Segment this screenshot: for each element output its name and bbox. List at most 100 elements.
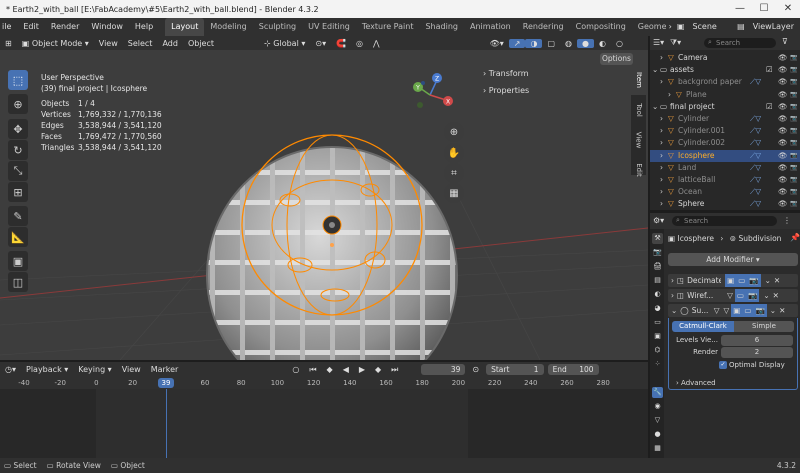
levels-viewport-field[interactable]: 6	[721, 335, 793, 346]
filter-icon[interactable]: ⧩▾	[670, 38, 681, 48]
timeline-editor-icon[interactable]: ◷▾	[0, 365, 21, 374]
menu-select[interactable]: Select	[123, 39, 158, 48]
view-layer-tab-icon[interactable]: ▤	[652, 275, 663, 286]
outliner-row[interactable]: ⌄ ▭ final project ☑ 👁 📷	[650, 101, 800, 113]
prev-key-icon[interactable]: ◆	[322, 365, 338, 374]
outliner-row[interactable]: › ▽ Cylinder ⟋▽ 👁 📷	[650, 113, 800, 125]
visibility-eye-icon[interactable]: 👁	[778, 52, 788, 64]
visibility-eye-icon[interactable]: 👁	[778, 101, 788, 113]
tab-animation[interactable]: Animation	[464, 18, 517, 36]
properties-panel-header[interactable]: › Properties	[473, 82, 631, 99]
viewport-toggle-icon[interactable]: ▭	[742, 304, 754, 317]
render-visibility-icon[interactable]: 📷	[790, 89, 797, 101]
visibility-eye-icon[interactable]: 👁	[778, 89, 788, 101]
remove-modifier-icon[interactable]: ✕	[774, 274, 780, 287]
menu-view[interactable]: View	[94, 39, 123, 48]
tab-view[interactable]: View	[631, 125, 646, 155]
camera-view-icon[interactable]: ⌗	[444, 163, 464, 183]
tab-compositing[interactable]: Compositing	[570, 18, 632, 36]
jump-end-icon[interactable]: ⏭	[386, 365, 403, 375]
falloff-icon[interactable]: ⋀	[368, 39, 385, 48]
chevron-right-icon[interactable]: ›	[660, 137, 663, 149]
tab-layout[interactable]: Layout	[165, 18, 205, 36]
snap-icon[interactable]: 🧲	[331, 39, 351, 48]
chevron-right-icon[interactable]: ›	[660, 198, 663, 210]
visibility-eye-icon[interactable]: 👁	[778, 76, 788, 88]
outliner-row[interactable]: › ▽ Sphere ⟋▽ 👁 📷	[650, 198, 800, 210]
render-toggle-icon[interactable]: 📷	[745, 289, 760, 302]
modifier-wireframe[interactable]: › ◫ Wiref... ▽ ▭ 📷 ⌄ ✕	[668, 289, 798, 302]
cursor-icon[interactable]: ⊕	[8, 94, 28, 114]
preview-range-icon[interactable]: ⊙	[467, 365, 484, 374]
tab-geometry-nodes[interactable]: Geometry Node	[632, 18, 666, 36]
visibility-eye-icon[interactable]: 👁	[778, 125, 788, 137]
tool-tab-icon[interactable]: ⚒	[652, 233, 663, 244]
chevron-right-icon[interactable]: ›	[660, 162, 663, 174]
visibility-eye-icon[interactable]: 👁	[778, 162, 788, 174]
chevron-right-icon[interactable]: ›	[660, 186, 663, 198]
menu-render[interactable]: Render	[45, 18, 85, 36]
object-data-tab-icon[interactable]: ▽	[652, 415, 663, 426]
dropdown-icon[interactable]: ⌄	[765, 274, 771, 287]
menu-playback[interactable]: Playback ▾	[21, 365, 73, 374]
menu-marker[interactable]: Marker	[146, 365, 184, 374]
remove-modifier-icon[interactable]: ✕	[773, 289, 779, 302]
render-visibility-icon[interactable]: 📷	[790, 150, 797, 162]
viewport-toggle-icon[interactable]: ▭	[734, 289, 746, 302]
chevron-down-icon[interactable]: ⌄	[652, 101, 658, 113]
shading-material-icon[interactable]: ◐	[594, 39, 611, 48]
pivot-icon[interactable]: ⊙▾	[310, 39, 331, 48]
add-modifier-button[interactable]: Add Modifier ▾	[668, 253, 798, 266]
jump-start-icon[interactable]: ⏮	[304, 365, 321, 375]
visibility-eye-icon[interactable]: 👁	[778, 113, 788, 125]
render-toggle-icon[interactable]: 📷	[753, 304, 767, 317]
world-tab-icon[interactable]: ◕	[652, 303, 663, 314]
modifier-icon[interactable]: ⟋▽	[750, 137, 761, 149]
modifier-icon[interactable]: ⟋▽	[750, 76, 761, 88]
visibility-eye-icon[interactable]: 👁	[778, 198, 788, 210]
properties-editor-icon[interactable]: ⚙▾	[653, 216, 664, 225]
start-frame-field[interactable]: Start 1	[486, 364, 544, 375]
chevron-right-icon[interactable]: ›	[660, 76, 663, 88]
cage-toggle-icon[interactable]: ▽	[712, 304, 722, 317]
menu-help[interactable]: Help	[129, 18, 159, 36]
properties-search-input[interactable]: Search	[672, 216, 777, 226]
perspective-grid-icon[interactable]: ▦	[444, 183, 464, 203]
chevron-right-icon[interactable]: ›	[660, 174, 663, 186]
render-tab-icon[interactable]: 📷	[652, 247, 663, 258]
annotate-icon[interactable]: ✎	[8, 206, 28, 226]
output-tab-icon[interactable]: 🖨	[652, 261, 663, 272]
render-visibility-icon[interactable]: 📷	[790, 186, 797, 198]
menu-object[interactable]: Object	[183, 39, 219, 48]
navigation-gizmo[interactable]: Z X Y	[413, 73, 453, 108]
chevron-right-icon[interactable]: ›	[660, 113, 663, 125]
outliner-search-input[interactable]: Search	[704, 38, 776, 48]
tab-item[interactable]: Item	[631, 65, 646, 95]
timeline-area[interactable]: -40 -20 0 20 60 80 100 120 140 160 180 200 220 240 260…	[0, 377, 648, 458]
next-key-icon[interactable]: ◆	[370, 365, 386, 374]
proportional-edit-icon[interactable]: ◎	[351, 39, 368, 48]
outliner-row[interactable]: › ▽ latticeBall ⟋▽ 👁 📷	[650, 174, 800, 186]
render-visibility-icon[interactable]: 📷	[790, 76, 797, 88]
visibility-eye-icon[interactable]: 👁	[778, 186, 788, 198]
visibility-eye-icon[interactable]: 👁	[778, 64, 788, 76]
menu-keying[interactable]: Keying ▾	[73, 365, 116, 374]
minimize-button[interactable]: —	[728, 0, 752, 18]
outliner-row[interactable]: › ▽ backgrond paper ⟋▽ 👁 📷	[650, 76, 800, 88]
cage-toggle-icon[interactable]: ▽	[725, 289, 735, 302]
visibility-eye-icon[interactable]: 👁	[778, 174, 788, 186]
texture-tab-icon[interactable]: ▦	[652, 443, 663, 454]
visibility-icon[interactable]: 👁▾	[485, 39, 509, 48]
close-button[interactable]: ✕	[776, 0, 800, 18]
shading-rendered-icon[interactable]: ○	[611, 39, 628, 48]
render-visibility-icon[interactable]: 📷	[790, 162, 797, 174]
outliner-row[interactable]: › ▽ Camera 👁 📷	[650, 52, 800, 64]
editor-type-icon[interactable]: ⊞	[0, 39, 17, 48]
advanced-panel-header[interactable]: › Advanced	[676, 379, 716, 387]
render-visibility-icon[interactable]: 📷	[790, 64, 797, 76]
outliner-row[interactable]: › ▽ Icosphere ⟋▽ 👁 📷	[650, 149, 800, 162]
shading-solid-icon[interactable]: ●	[577, 38, 594, 48]
move-icon[interactable]: ✥	[8, 119, 28, 139]
modifier-tab-icon[interactable]: 🔧	[652, 387, 663, 398]
modifier-icon[interactable]: ⟋▽	[750, 186, 761, 198]
